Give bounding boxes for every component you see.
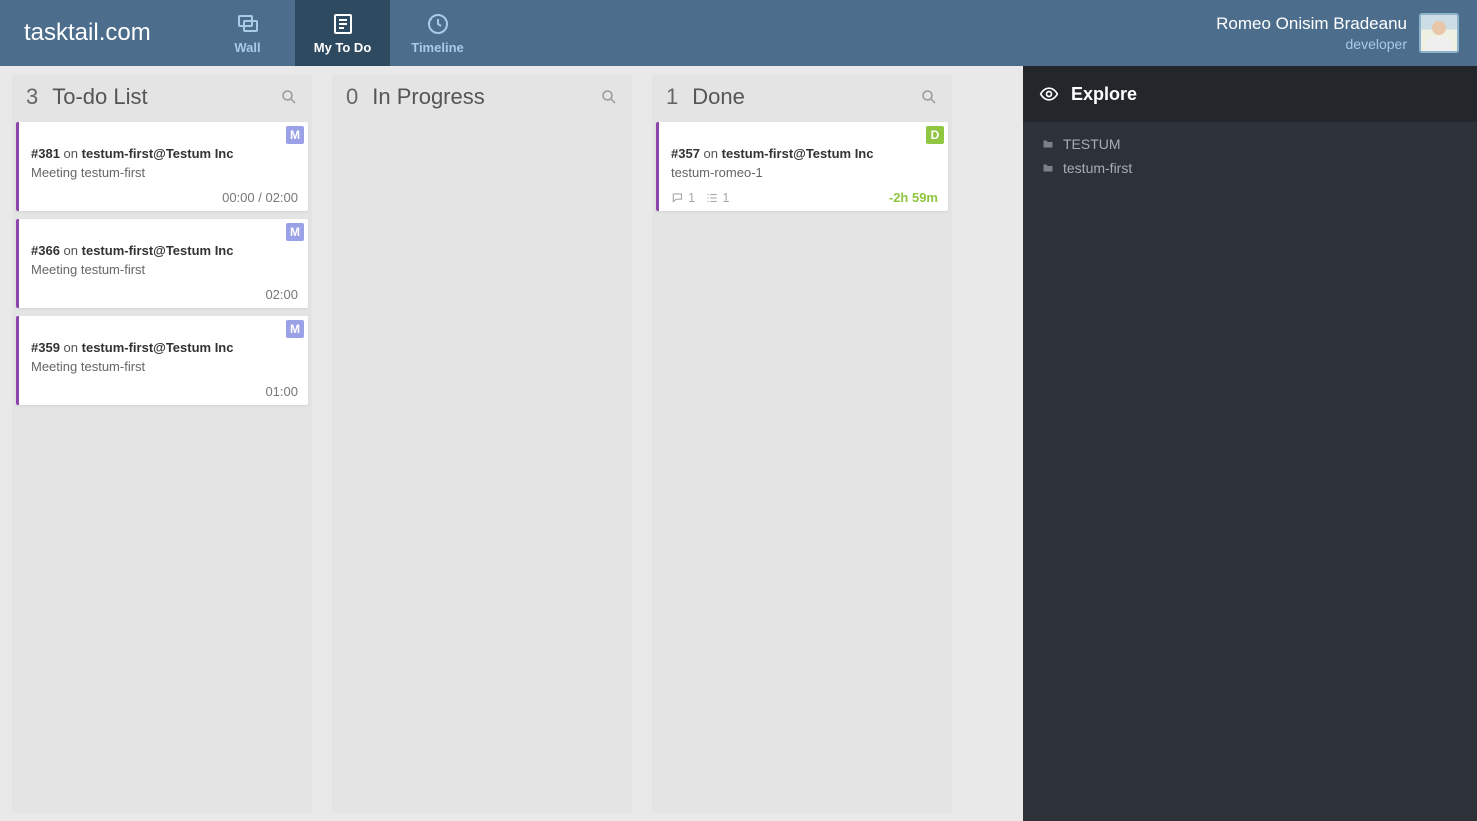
user-name: Romeo Onisim Bradeanu: [1216, 14, 1407, 34]
task-card[interactable]: M #359 on testum-first@Testum Inc Meetin…: [16, 316, 308, 405]
task-card[interactable]: D #357 on testum-first@Testum Inc testum…: [656, 122, 948, 211]
column-header-todo: 3 To-do List: [12, 74, 312, 122]
card-desc: Meeting testum-first: [31, 165, 298, 180]
nav-wall[interactable]: Wall: [200, 0, 295, 66]
card-top: D: [659, 122, 948, 144]
tree-item-label: testum-first: [1063, 160, 1132, 176]
nav-timeline-label: Timeline: [411, 40, 464, 55]
brand-logo[interactable]: tasktail.com: [0, 0, 200, 66]
right-sidebar: Explore TESTUM testum-first: [1023, 66, 1477, 821]
card-ref: #357 on testum-first@Testum Inc: [671, 146, 938, 161]
nav-wall-label: Wall: [234, 40, 260, 55]
top-nav: Wall My To Do Timeline: [200, 0, 485, 66]
card-desc: Meeting testum-first: [31, 359, 298, 374]
card-desc: Meeting testum-first: [31, 262, 298, 277]
tree-item[interactable]: TESTUM: [1029, 132, 1471, 156]
column-count: 0: [346, 84, 358, 110]
comment-icon: [671, 191, 685, 205]
card-body: #357 on testum-first@Testum Inc testum-r…: [659, 144, 948, 184]
cards-done: D #357 on testum-first@Testum Inc testum…: [652, 122, 952, 211]
card-on: on: [64, 146, 78, 161]
card-project: testum-first@Testum Inc: [82, 340, 234, 355]
column-todo: 3 To-do List M #381 on testum-f: [12, 74, 312, 813]
tree-item[interactable]: testum-first: [1029, 156, 1471, 180]
card-on: on: [64, 340, 78, 355]
card-desc: testum-romeo-1: [671, 165, 938, 180]
comments-count: 1: [688, 190, 695, 205]
eye-icon: [1039, 84, 1059, 104]
explore-tree: TESTUM testum-first: [1023, 122, 1477, 190]
card-ref: #381 on testum-first@Testum Inc: [31, 146, 298, 161]
column-header-done: 1 Done: [652, 74, 952, 122]
main: 3 To-do List M #381 on testum-f: [0, 66, 1477, 821]
card-body: #359 on testum-first@Testum Inc Meeting …: [19, 338, 308, 378]
tree-item-label: TESTUM: [1063, 136, 1121, 152]
task-card[interactable]: M #381 on testum-first@Testum Inc Meetin…: [16, 122, 308, 211]
card-project: testum-first@Testum Inc: [82, 243, 234, 258]
card-on: on: [64, 243, 78, 258]
column-count: 1: [666, 84, 678, 110]
user-area[interactable]: Romeo Onisim Bradeanu developer: [1204, 0, 1477, 66]
folder-icon: [1041, 138, 1055, 150]
card-on: on: [704, 146, 718, 161]
card-id: #381: [31, 146, 60, 161]
badge-meeting-icon: M: [286, 223, 304, 241]
column-title: To-do List: [52, 84, 280, 110]
card-id: #366: [31, 243, 60, 258]
card-footer: 02:00: [19, 281, 308, 302]
column-header-inprogress: 0 In Progress: [332, 74, 632, 122]
cards-todo: M #381 on testum-first@Testum Inc Meetin…: [12, 122, 312, 405]
checklist-count: 1: [722, 190, 729, 205]
card-id: #359: [31, 340, 60, 355]
card-project: testum-first@Testum Inc: [82, 146, 234, 161]
timeline-icon: [426, 12, 450, 36]
card-top: M: [19, 122, 308, 144]
card-top: M: [19, 316, 308, 338]
badge-meeting-icon: M: [286, 126, 304, 144]
top-bar: tasktail.com Wall My To Do Timeline Rome…: [0, 0, 1477, 66]
card-id: #357: [671, 146, 700, 161]
column-title: Done: [692, 84, 920, 110]
sidebar-title: Explore: [1071, 84, 1137, 105]
card-footer-left: 1 1: [671, 190, 729, 205]
search-icon[interactable]: [920, 88, 938, 106]
card-time: -2h 59m: [889, 190, 938, 205]
user-role: developer: [1216, 36, 1407, 52]
card-top: M: [19, 219, 308, 241]
card-ref: #366 on testum-first@Testum Inc: [31, 243, 298, 258]
nav-mytodo-label: My To Do: [314, 40, 372, 55]
card-footer: 00:00 / 02:00: [19, 184, 308, 205]
card-time: 01:00: [265, 384, 298, 399]
nav-timeline[interactable]: Timeline: [390, 0, 485, 66]
search-icon[interactable]: [600, 88, 618, 106]
list-icon: [331, 12, 355, 36]
column-title: In Progress: [372, 84, 600, 110]
sidebar-header: Explore: [1023, 66, 1477, 122]
task-card[interactable]: M #366 on testum-first@Testum Inc Meetin…: [16, 219, 308, 308]
badge-meeting-icon: M: [286, 320, 304, 338]
card-footer: 01:00: [19, 378, 308, 399]
board: 3 To-do List M #381 on testum-f: [0, 66, 1023, 821]
search-icon[interactable]: [280, 88, 298, 106]
column-done: 1 Done D #357 on testum-first@Testum Inc: [652, 74, 952, 813]
nav-mytodo[interactable]: My To Do: [295, 0, 390, 66]
card-body: #366 on testum-first@Testum Inc Meeting …: [19, 241, 308, 281]
card-project: testum-first@Testum Inc: [722, 146, 874, 161]
user-text: Romeo Onisim Bradeanu developer: [1216, 14, 1407, 52]
card-body: #381 on testum-first@Testum Inc Meeting …: [19, 144, 308, 184]
card-time: 00:00 / 02:00: [222, 190, 298, 205]
card-time: 02:00: [265, 287, 298, 302]
card-ref: #359 on testum-first@Testum Inc: [31, 340, 298, 355]
badge-done-icon: D: [926, 126, 944, 144]
wall-icon: [236, 12, 260, 36]
column-inprogress: 0 In Progress: [332, 74, 632, 813]
comments-stat: 1: [671, 190, 695, 205]
folder-icon: [1041, 162, 1055, 174]
card-footer: 1 1 -2h 59m: [659, 184, 948, 205]
column-count: 3: [26, 84, 38, 110]
checklist-icon: [705, 191, 719, 205]
avatar[interactable]: [1419, 13, 1459, 53]
checklist-stat: 1: [705, 190, 729, 205]
